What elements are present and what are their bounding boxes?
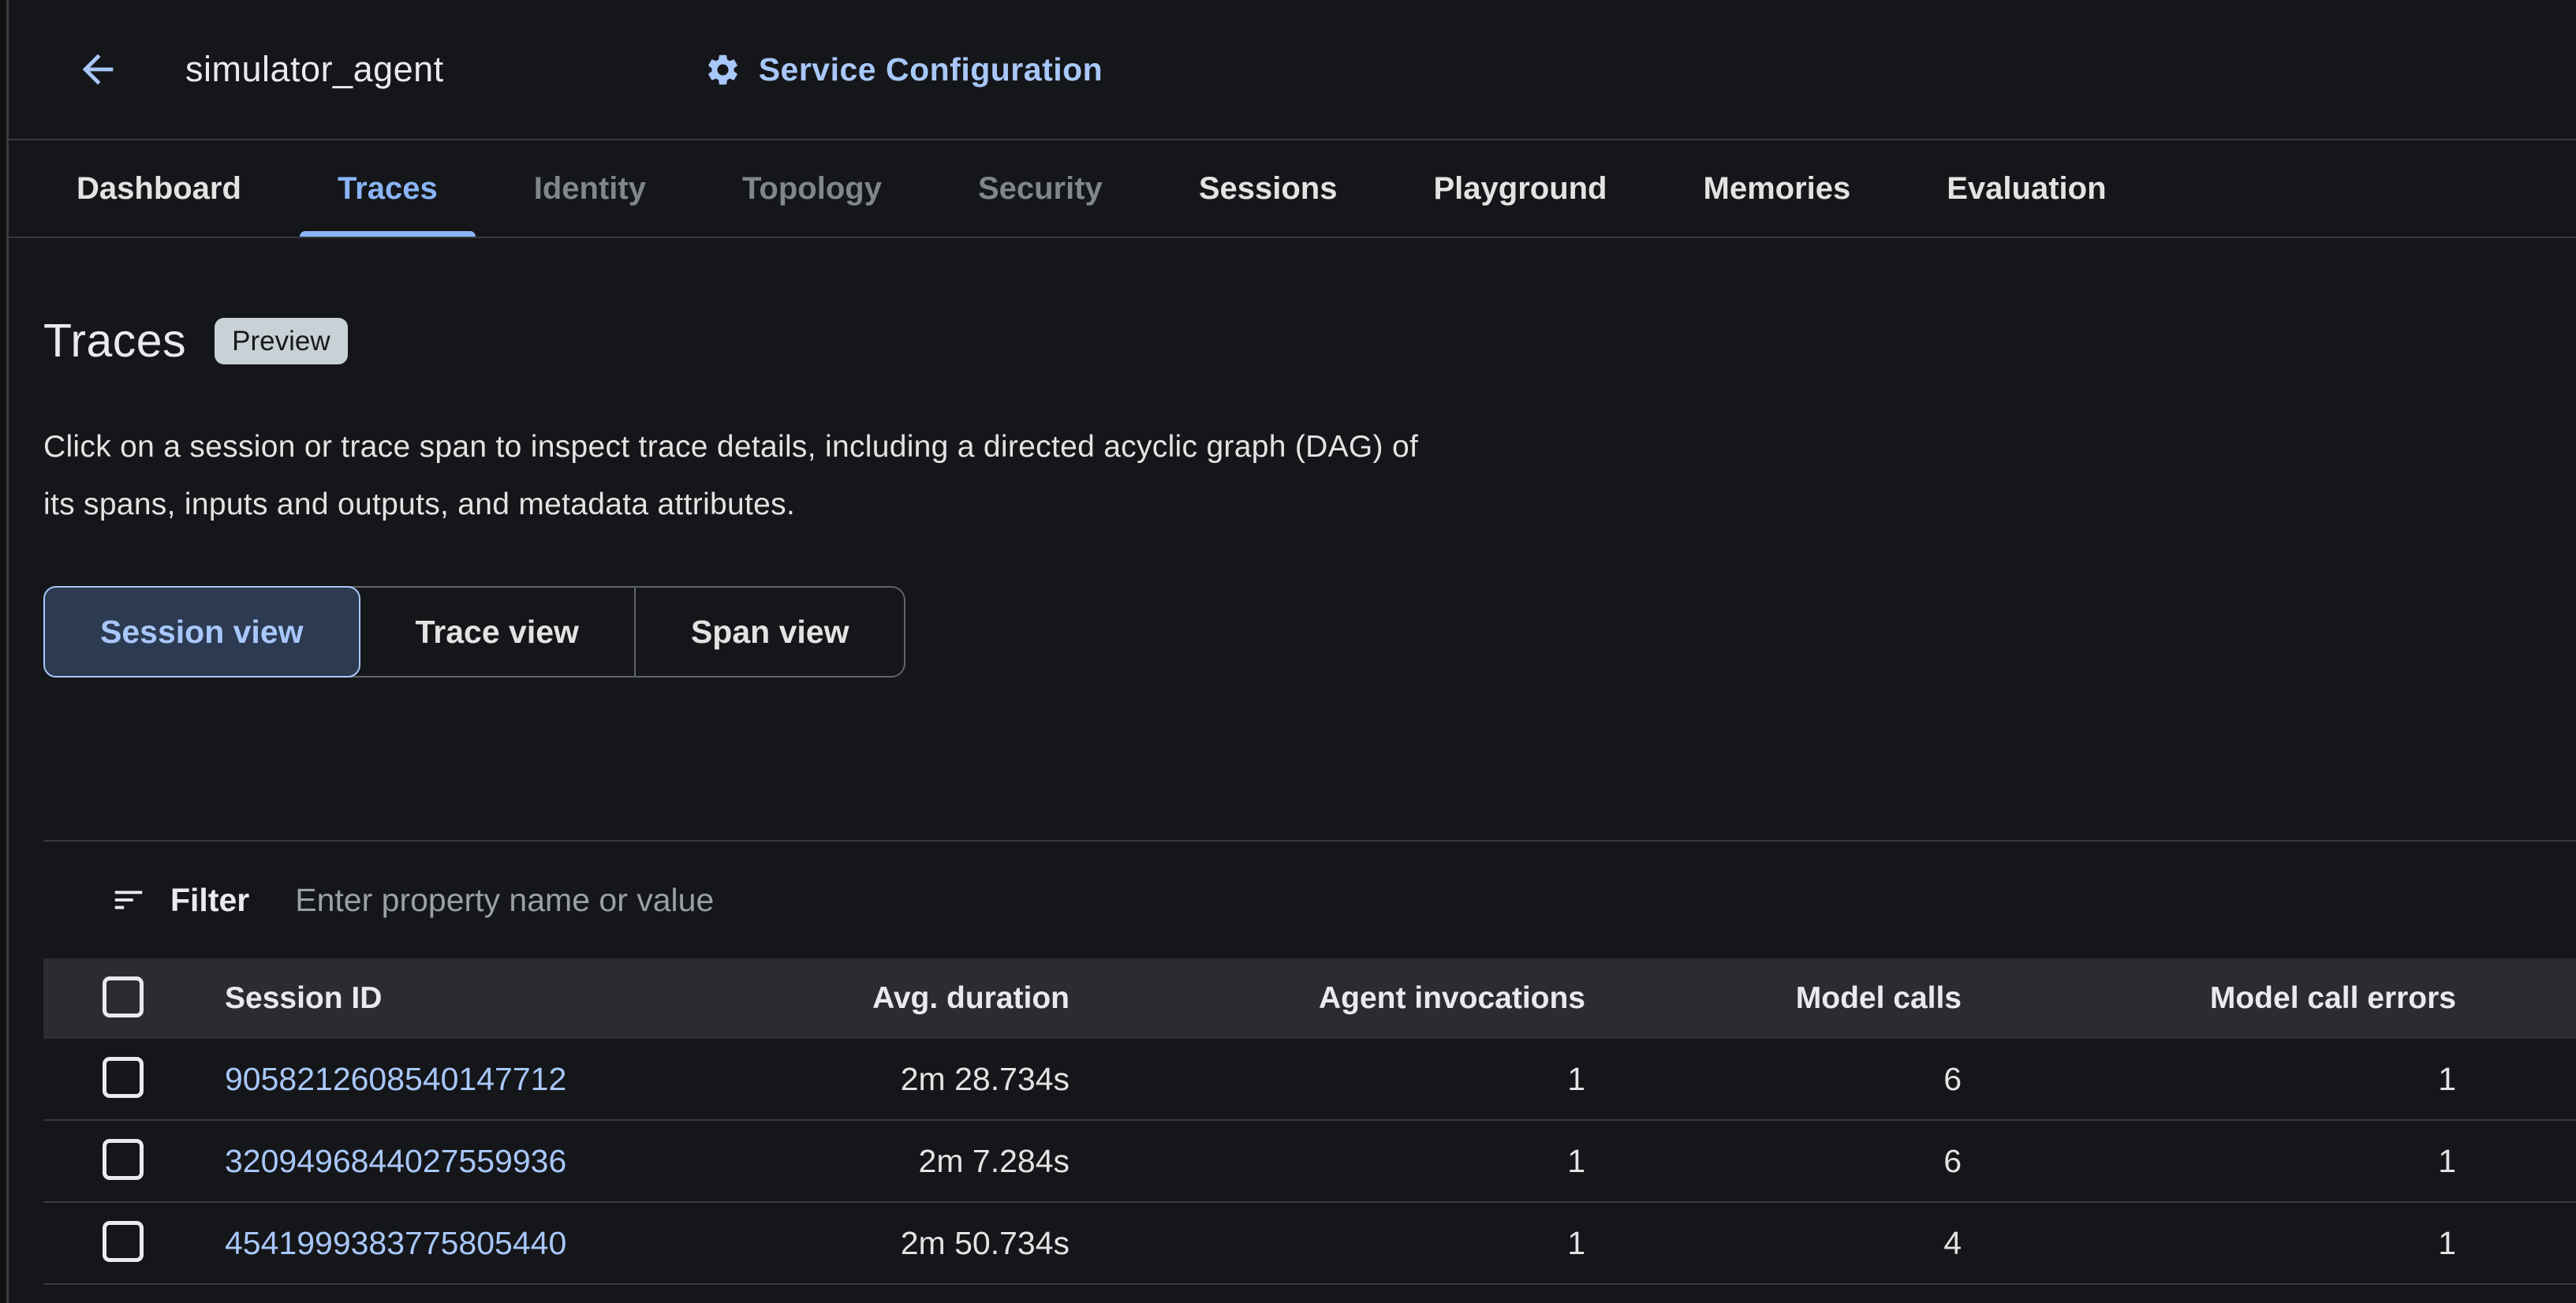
session-view-button[interactable]: Session view (43, 586, 360, 678)
tab-bar: Dashboard Traces Identity Topology Secur… (0, 140, 2576, 238)
agent-invocations-value: 1 (1070, 1061, 1585, 1098)
column-header-session-id: Session ID (185, 981, 580, 1016)
column-header-model-calls: Model calls (1585, 981, 1962, 1016)
session-id-link[interactable]: 9058212608540147712 (225, 1061, 566, 1097)
model-calls-value: 6 (1585, 1061, 1962, 1098)
session-id-link[interactable]: 4541999383775805440 (225, 1225, 566, 1261)
tab-security: Security (940, 140, 1141, 237)
page-heading-row: Traces Preview (43, 314, 2576, 368)
service-configuration-label: Service Configuration (759, 51, 1103, 88)
model-call-errors-value: 1 (1962, 1061, 2456, 1098)
filter-input[interactable] (295, 882, 2576, 919)
service-configuration-button[interactable]: Service Configuration (704, 51, 1103, 88)
model-call-errors-value: 1 (1962, 1143, 2456, 1180)
app-bar: simulator_agent Service Configuration (0, 0, 2576, 140)
row-checkbox-cell (43, 1139, 185, 1184)
table-header-row: Session ID Avg. duration Agent invocatio… (43, 958, 2576, 1039)
row-checkbox-cell (43, 1221, 185, 1266)
gear-icon (704, 51, 741, 88)
agent-title: simulator_agent (185, 49, 444, 90)
select-all-cell (43, 976, 185, 1021)
row-checkbox-cell (43, 1057, 185, 1102)
agent-invocations-value: 1 (1070, 1143, 1585, 1180)
filter-label: Filter (170, 882, 249, 919)
table-row: 3209496844027559936 2m 7.284s 1 6 1 (43, 1121, 2576, 1203)
table-row: 4541999383775805440 2m 50.734s 1 4 1 (43, 1203, 2576, 1285)
filter-sort-icon (110, 882, 147, 918)
tab-topology: Topology (704, 140, 920, 237)
row-checkbox[interactable] (103, 1221, 144, 1262)
tab-traces[interactable]: Traces (300, 140, 476, 237)
page-description: Click on a session or trace span to insp… (43, 418, 1432, 533)
row-checkbox[interactable] (103, 1057, 144, 1098)
tab-dashboard[interactable]: Dashboard (39, 140, 279, 237)
select-all-checkbox[interactable] (103, 976, 144, 1017)
model-calls-value: 4 (1585, 1225, 1962, 1262)
row-checkbox[interactable] (103, 1139, 144, 1180)
session-id-link[interactable]: 3209496844027559936 (225, 1143, 566, 1179)
avg-duration-value: 2m 50.734s (580, 1225, 1070, 1262)
trace-view-button[interactable]: Trace view (360, 588, 634, 676)
avg-duration-value: 2m 7.284s (580, 1143, 1070, 1180)
tab-identity: Identity (496, 140, 684, 237)
tab-evaluation[interactable]: Evaluation (1909, 140, 2144, 237)
window-left-edge (0, 0, 9, 1303)
filter-bar: Filter (43, 842, 2576, 958)
span-view-button[interactable]: Span view (634, 588, 905, 676)
preview-badge: Preview (215, 318, 347, 364)
arrow-back-icon (75, 47, 121, 92)
traces-page: Traces Preview Click on a session or tra… (0, 238, 2576, 1285)
tab-memories[interactable]: Memories (1666, 140, 1889, 237)
sessions-table-card: Filter Session ID Avg. duration Agent in… (43, 840, 2576, 1285)
column-header-model-call-errors: Model call errors (1962, 981, 2456, 1016)
agent-invocations-value: 1 (1070, 1225, 1585, 1262)
column-header-agent-invocations: Agent invocations (1070, 981, 1585, 1016)
view-switcher: Session view Trace view Span view (43, 586, 905, 678)
table-row: 9058212608540147712 2m 28.734s 1 6 1 (43, 1039, 2576, 1121)
tab-sessions[interactable]: Sessions (1161, 140, 1376, 237)
column-header-avg-duration: Avg. duration (580, 981, 1070, 1016)
back-button[interactable] (75, 47, 121, 92)
model-call-errors-value: 1 (1962, 1225, 2456, 1262)
page-title: Traces (43, 314, 186, 368)
model-calls-value: 6 (1585, 1143, 1962, 1180)
tab-playground[interactable]: Playground (1395, 140, 1645, 237)
avg-duration-value: 2m 28.734s (580, 1061, 1070, 1098)
